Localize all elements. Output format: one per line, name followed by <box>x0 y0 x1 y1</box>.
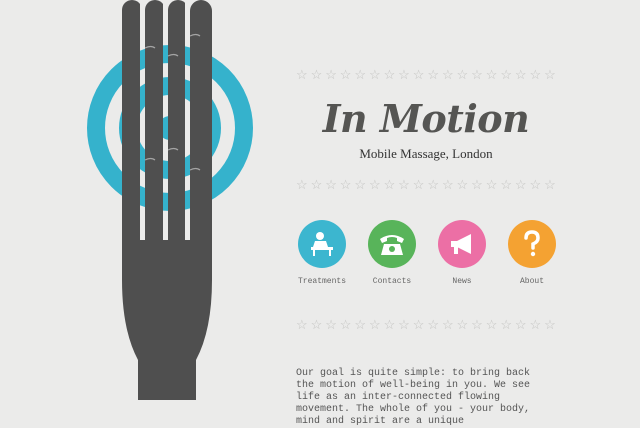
nav-label-news[interactable]: News <box>432 277 492 286</box>
star-icon: ☆ <box>514 317 527 332</box>
star-icon: ☆ <box>325 317 337 332</box>
star-icon: ☆ <box>398 177 410 192</box>
star-icon: ☆ <box>296 317 308 332</box>
star-icon: ☆ <box>441 177 454 192</box>
nav-item-contacts[interactable]: Contacts <box>362 220 422 286</box>
star-icon: ☆ <box>427 67 439 82</box>
star-icon: ☆ <box>398 67 410 82</box>
star-icon: ☆ <box>296 177 308 192</box>
site-title[interactable]: In Motion <box>296 96 556 141</box>
star-icon: ☆ <box>354 177 367 192</box>
nav-item-treatments[interactable]: Treatments <box>292 220 352 286</box>
star-icon: ☆ <box>456 67 469 82</box>
star-icon: ☆ <box>339 317 352 332</box>
star-icon: ☆ <box>544 177 556 192</box>
star-icon: ☆ <box>354 67 367 82</box>
nav-label-treatments[interactable]: Treatments <box>292 277 352 286</box>
star-icon: ☆ <box>398 317 410 332</box>
star-divider-bottom: ☆ ☆ ☆ ☆ ☆ ☆ ☆ ☆ ☆ ☆ ☆ ☆ ☆ ☆ ☆ ☆ ☆ ☆ <box>296 318 556 332</box>
star-icon: ☆ <box>485 177 498 192</box>
star-icon: ☆ <box>500 177 512 192</box>
star-icon: ☆ <box>500 317 512 332</box>
star-divider-top: ☆ ☆ ☆ ☆ ☆ ☆ ☆ ☆ ☆ ☆ ☆ ☆ ☆ ☆ ☆ ☆ ☆ ☆ <box>296 68 556 82</box>
star-icon: ☆ <box>339 67 352 82</box>
star-icon: ☆ <box>310 67 323 82</box>
star-icon: ☆ <box>310 177 323 192</box>
nav-label-about[interactable]: About <box>502 277 562 286</box>
intro-paragraph: Our goal is quite simple: to bring back … <box>296 368 531 427</box>
star-divider-middle: ☆ ☆ ☆ ☆ ☆ ☆ ☆ ☆ ☆ ☆ ☆ ☆ ☆ ☆ ☆ ☆ ☆ ☆ <box>296 178 556 192</box>
star-icon: ☆ <box>514 67 527 82</box>
star-icon: ☆ <box>296 67 308 82</box>
star-icon: ☆ <box>529 317 542 332</box>
star-icon: ☆ <box>412 177 425 192</box>
star-icon: ☆ <box>354 317 367 332</box>
star-icon: ☆ <box>471 177 483 192</box>
star-icon: ☆ <box>485 67 498 82</box>
main-nav: Treatments Contacts News About <box>292 220 562 290</box>
star-icon: ☆ <box>514 177 527 192</box>
star-icon: ☆ <box>471 67 483 82</box>
star-icon: ☆ <box>544 67 556 82</box>
nav-label-contacts[interactable]: Contacts <box>362 277 422 286</box>
star-icon: ☆ <box>544 317 556 332</box>
star-icon: ☆ <box>456 317 469 332</box>
star-icon: ☆ <box>310 317 323 332</box>
star-icon: ☆ <box>412 317 425 332</box>
star-icon: ☆ <box>383 67 396 82</box>
star-icon: ☆ <box>529 177 542 192</box>
telephone-icon[interactable] <box>368 220 416 268</box>
nav-item-about[interactable]: About <box>502 220 562 286</box>
massage-table-icon[interactable] <box>298 220 346 268</box>
site-subtitle: Mobile Massage, London <box>359 146 493 161</box>
star-icon: ☆ <box>427 317 439 332</box>
star-icon: ☆ <box>441 317 454 332</box>
star-icon: ☆ <box>383 317 396 332</box>
star-icon: ☆ <box>325 67 337 82</box>
star-icon: ☆ <box>383 177 396 192</box>
star-icon: ☆ <box>441 67 454 82</box>
star-icon: ☆ <box>471 317 483 332</box>
star-icon: ☆ <box>368 177 381 192</box>
star-icon: ☆ <box>485 317 498 332</box>
star-icon: ☆ <box>325 177 337 192</box>
star-icon: ☆ <box>368 67 381 82</box>
star-icon: ☆ <box>456 177 469 192</box>
nav-item-news[interactable]: News <box>432 220 492 286</box>
star-icon: ☆ <box>529 67 542 82</box>
star-icon: ☆ <box>412 67 425 82</box>
star-icon: ☆ <box>368 317 381 332</box>
star-icon: ☆ <box>500 67 512 82</box>
star-icon: ☆ <box>427 177 439 192</box>
star-icon: ☆ <box>339 177 352 192</box>
question-mark-icon[interactable] <box>508 220 556 268</box>
megaphone-icon[interactable] <box>438 220 486 268</box>
hand-rings-illustration <box>87 0 253 400</box>
